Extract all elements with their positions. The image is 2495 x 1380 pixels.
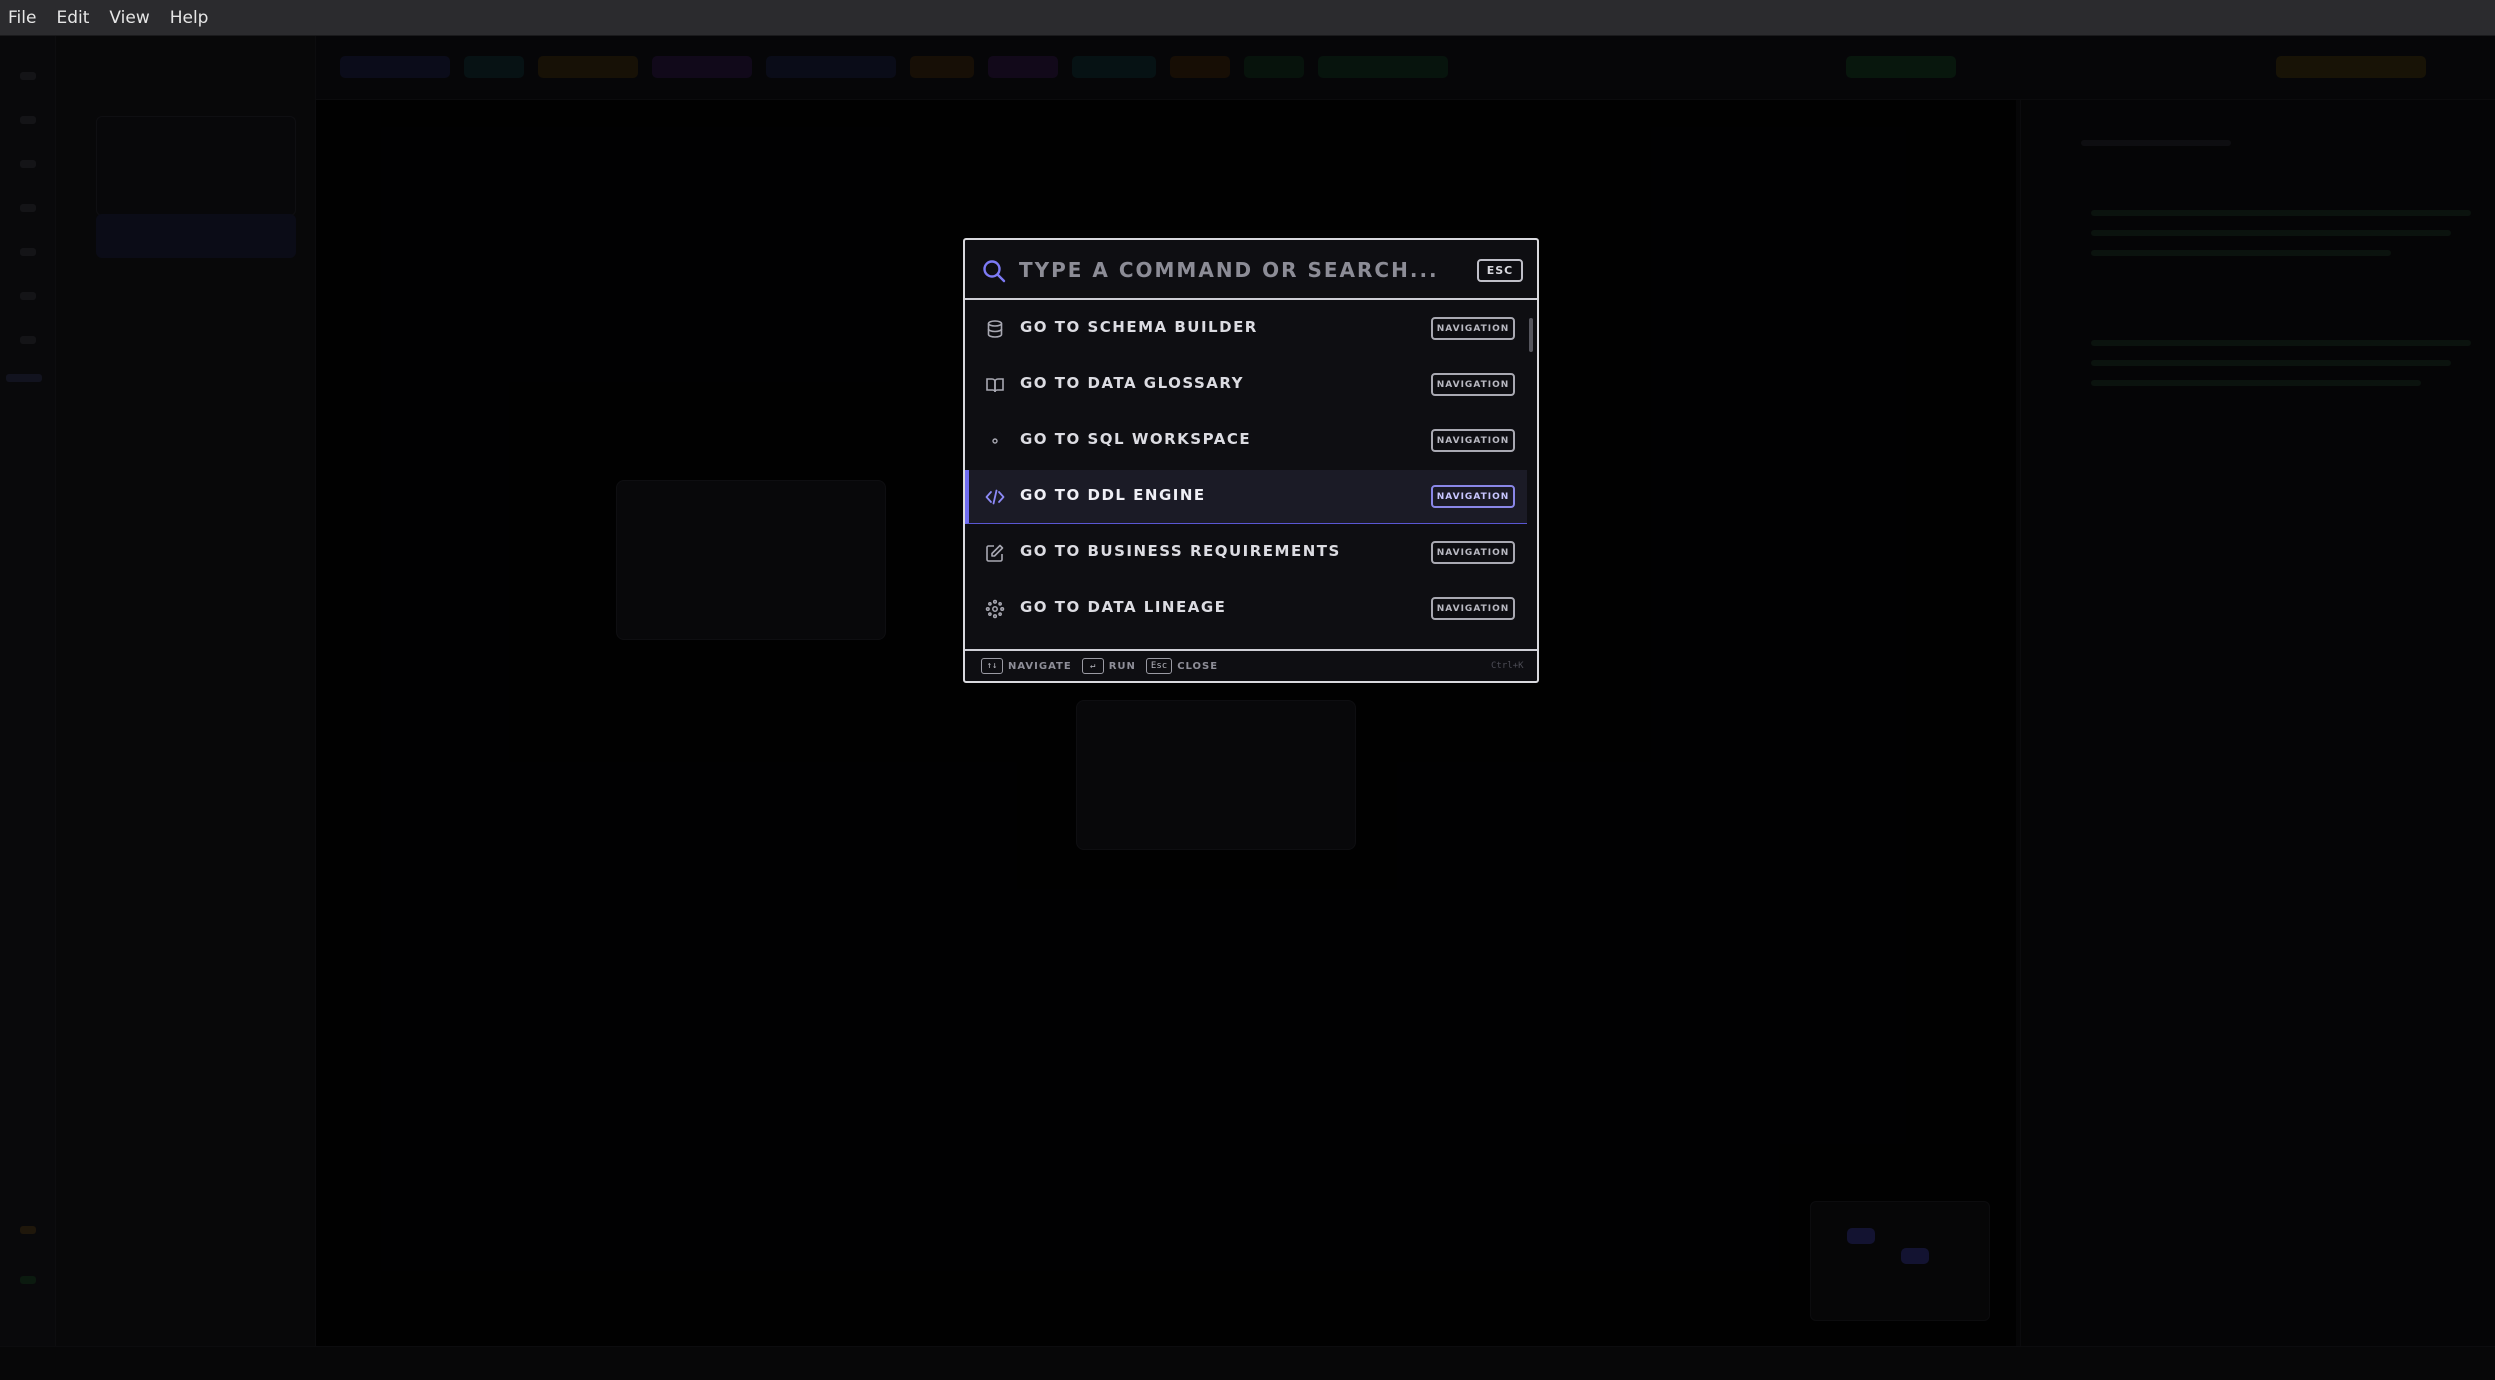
command-item-label: GO TO DATA LINEAGE: [1020, 598, 1227, 616]
close-label: CLOSE: [1177, 660, 1219, 672]
menu-help[interactable]: Help: [170, 8, 209, 28]
category-badge: NAVIGATION: [1431, 541, 1515, 564]
category-badge: NAVIGATION: [1431, 373, 1515, 396]
category-badge: NAVIGATION: [1431, 317, 1515, 340]
close-key: Esc: [1145, 658, 1173, 674]
open-shortcut: Ctrl+K: [1491, 661, 1524, 671]
navigate-key: ↑↓: [981, 658, 1003, 674]
run-label: RUN: [1108, 660, 1136, 672]
navigate-label: NAVIGATE: [1008, 660, 1072, 672]
menu-bar: File Edit View Help: [0, 0, 2495, 36]
scrollbar-thumb[interactable]: [1529, 318, 1533, 352]
dot-icon: [985, 431, 1005, 451]
edit-icon: [985, 543, 1005, 563]
command-item-ddl-engine[interactable]: GO TO DDL ENGINE NAVIGATION: [965, 470, 1527, 524]
command-search-input[interactable]: [1017, 252, 1437, 288]
menu-edit[interactable]: Edit: [56, 8, 89, 28]
command-item-label: GO TO DATA GLOSSARY: [1020, 374, 1245, 392]
run-key: ↵: [1081, 658, 1104, 674]
esc-badge[interactable]: ESC: [1477, 259, 1523, 282]
navigate-hint: ↑↓ NAVIGATE: [981, 658, 1072, 674]
category-badge: NAVIGATION: [1431, 597, 1515, 620]
command-item-sql-workspace[interactable]: GO TO SQL WORKSPACE NAVIGATION: [965, 414, 1527, 468]
command-item-label: GO TO SCHEMA BUILDER: [1020, 318, 1258, 336]
palette-footer: ↑↓ NAVIGATE ↵ RUN Esc CLOSE Ctrl+K: [965, 649, 1537, 681]
database-icon: [985, 319, 1005, 339]
code-icon: [985, 487, 1005, 507]
command-item-data-lineage[interactable]: GO TO DATA LINEAGE NAVIGATION: [965, 582, 1527, 636]
command-item-label: GO TO BUSINESS REQUIREMENTS: [1020, 542, 1341, 560]
command-item-schema-builder[interactable]: GO TO SCHEMA BUILDER NAVIGATION: [965, 302, 1527, 356]
command-item-label: GO TO DDL ENGINE: [1020, 486, 1206, 504]
close-hint: Esc CLOSE: [1145, 658, 1219, 674]
search-row: ESC: [965, 240, 1537, 300]
lineage-icon: [985, 599, 1005, 619]
book-icon: [985, 375, 1005, 395]
run-hint: ↵ RUN: [1081, 658, 1136, 674]
list-scrollbar[interactable]: [1528, 302, 1534, 643]
command-list: GO TO SCHEMA BUILDER NAVIGATION GO TO DA…: [965, 302, 1537, 643]
command-palette: ESC GO TO SCHEMA BUILDER NAVIGATION: [963, 238, 1539, 683]
menu-view[interactable]: View: [109, 8, 149, 28]
search-icon: [981, 258, 1007, 284]
command-item-label: GO TO SQL WORKSPACE: [1020, 430, 1252, 448]
category-badge: NAVIGATION: [1431, 429, 1515, 452]
menu-file[interactable]: File: [8, 8, 36, 28]
category-badge: NAVIGATION: [1431, 485, 1515, 508]
command-item-business-requirements[interactable]: GO TO BUSINESS REQUIREMENTS NAVIGATION: [965, 526, 1527, 580]
command-item-data-glossary[interactable]: GO TO DATA GLOSSARY NAVIGATION: [965, 358, 1527, 412]
